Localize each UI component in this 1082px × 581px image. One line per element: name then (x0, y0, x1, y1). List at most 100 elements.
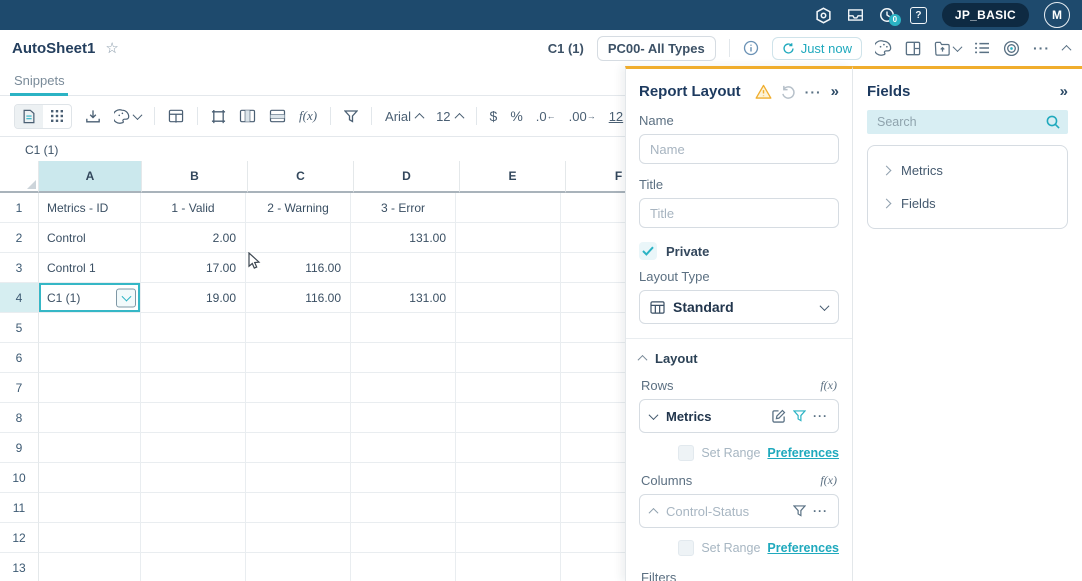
row-header-13[interactable]: 13 (0, 553, 39, 581)
cell-C4[interactable]: 116.00 (246, 283, 351, 313)
cell-A13[interactable] (39, 553, 141, 581)
export-icon[interactable] (934, 41, 961, 56)
favorite-star-icon[interactable]: ☆ (105, 41, 118, 56)
cell-E7[interactable] (456, 373, 561, 403)
cell-A12[interactable] (39, 523, 141, 553)
fields-tree-item-metrics[interactable]: Metrics (868, 154, 1067, 187)
select-all-corner[interactable] (0, 161, 39, 193)
layout-type-select[interactable]: Standard (639, 290, 839, 324)
table-icon[interactable] (168, 109, 184, 123)
cell-D5[interactable] (351, 313, 456, 343)
cell-A8[interactable] (39, 403, 141, 433)
filter-funnel-icon[interactable] (793, 505, 806, 517)
cell-C3[interactable]: 116.00 (246, 253, 351, 283)
filter-funnel-icon[interactable] (793, 410, 806, 422)
avatar[interactable]: M (1044, 2, 1070, 28)
frame-borders-icon[interactable] (211, 109, 226, 124)
title-field[interactable] (639, 198, 839, 228)
rows-function-button[interactable]: f(x) (820, 378, 837, 393)
cell-A1[interactable]: Metrics - ID (39, 193, 141, 223)
columns-preferences-link[interactable]: Preferences (767, 541, 839, 555)
cell-C10[interactable] (246, 463, 351, 493)
search-icon[interactable] (1046, 115, 1060, 129)
column-header-D[interactable]: D (354, 161, 460, 193)
cell-C6[interactable] (246, 343, 351, 373)
collapse-header-icon[interactable] (1063, 45, 1070, 52)
edit-icon[interactable] (772, 409, 786, 423)
currency-format-button[interactable]: $ (490, 108, 498, 124)
fields-tree-item-fields[interactable]: Fields (868, 187, 1067, 220)
cell-D12[interactable] (351, 523, 456, 553)
collapse-fields-panel-icon[interactable]: » (1060, 84, 1068, 99)
cell-A4[interactable]: C1 (1) (39, 283, 141, 313)
row-header-2[interactable]: 2 (0, 223, 39, 253)
columns-more-button[interactable]: ··· (813, 504, 828, 518)
cell-B11[interactable] (141, 493, 246, 523)
cell-A5[interactable] (39, 313, 141, 343)
filter-icon[interactable] (344, 110, 358, 123)
cell-B2[interactable]: 2.00 (141, 223, 246, 253)
cell-D3[interactable] (351, 253, 456, 283)
row-header-10[interactable]: 10 (0, 463, 39, 493)
function-button[interactable]: f(x) (299, 108, 317, 124)
grid-view-button[interactable] (43, 105, 71, 128)
name-field[interactable] (639, 134, 839, 164)
row-header-12[interactable]: 12 (0, 523, 39, 553)
rows-field-metrics[interactable]: Metrics ··· (639, 399, 839, 433)
columns-function-button[interactable]: f(x) (820, 473, 837, 488)
cell-E5[interactable] (456, 313, 561, 343)
collapse-panel-icon[interactable]: » (831, 84, 839, 99)
cell-A10[interactable] (39, 463, 141, 493)
cell-A3[interactable]: Control 1 (39, 253, 141, 283)
column-header-E[interactable]: E (460, 161, 566, 193)
row-header-1[interactable]: 1 (0, 193, 39, 223)
cell-D1[interactable]: 3 - Error (351, 193, 456, 223)
rows-more-button[interactable]: ··· (813, 409, 828, 423)
cell-C8[interactable] (246, 403, 351, 433)
cell-C13[interactable] (246, 553, 351, 581)
cell-A11[interactable] (39, 493, 141, 523)
cell-C11[interactable] (246, 493, 351, 523)
cell-B10[interactable] (141, 463, 246, 493)
undo-icon[interactable] (781, 85, 796, 99)
theme-palette-button[interactable] (114, 109, 141, 124)
cell-D9[interactable] (351, 433, 456, 463)
cell-D10[interactable] (351, 463, 456, 493)
more-options-button[interactable]: ··· (1033, 40, 1050, 56)
cell-reference[interactable]: C1 (1) (25, 143, 58, 157)
column-header-C[interactable]: C (248, 161, 354, 193)
cell-B3[interactable]: 17.00 (141, 253, 246, 283)
layout-section-toggle[interactable]: Layout (639, 351, 839, 366)
cell-C7[interactable] (246, 373, 351, 403)
cell-E3[interactable] (456, 253, 561, 283)
row-header-9[interactable]: 9 (0, 433, 39, 463)
row-header-5[interactable]: 5 (0, 313, 39, 343)
cell-B9[interactable] (141, 433, 246, 463)
cell-E1[interactable] (456, 193, 561, 223)
row-header-4[interactable]: 4 (0, 283, 39, 313)
cell-E11[interactable] (456, 493, 561, 523)
cell-B8[interactable] (141, 403, 246, 433)
help-icon[interactable]: ? (910, 7, 927, 24)
download-icon[interactable] (85, 109, 101, 124)
cell-C9[interactable] (246, 433, 351, 463)
cell-B12[interactable] (141, 523, 246, 553)
cell-dropdown-button[interactable] (116, 288, 136, 307)
cell-D2[interactable]: 131.00 (351, 223, 456, 253)
cell-D7[interactable] (351, 373, 456, 403)
cell-A9[interactable] (39, 433, 141, 463)
account-button[interactable]: JP_BASIC (942, 3, 1029, 27)
dataset-button[interactable]: PC00- All Types (597, 36, 716, 61)
cell-E10[interactable] (456, 463, 561, 493)
row-header-7[interactable]: 7 (0, 373, 39, 403)
rows-set-range-checkbox[interactable] (678, 445, 694, 461)
cell-D13[interactable] (351, 553, 456, 581)
history-clock-icon[interactable]: 0 (879, 7, 895, 23)
inbox-icon[interactable] (847, 7, 864, 23)
cell-A2[interactable]: Control (39, 223, 141, 253)
decrease-decimal-button[interactable]: .0← (536, 109, 556, 124)
cell-A6[interactable] (39, 343, 141, 373)
settings-icon[interactable] (815, 7, 832, 24)
target-icon[interactable] (1003, 40, 1020, 57)
percent-format-button[interactable]: % (510, 108, 522, 124)
